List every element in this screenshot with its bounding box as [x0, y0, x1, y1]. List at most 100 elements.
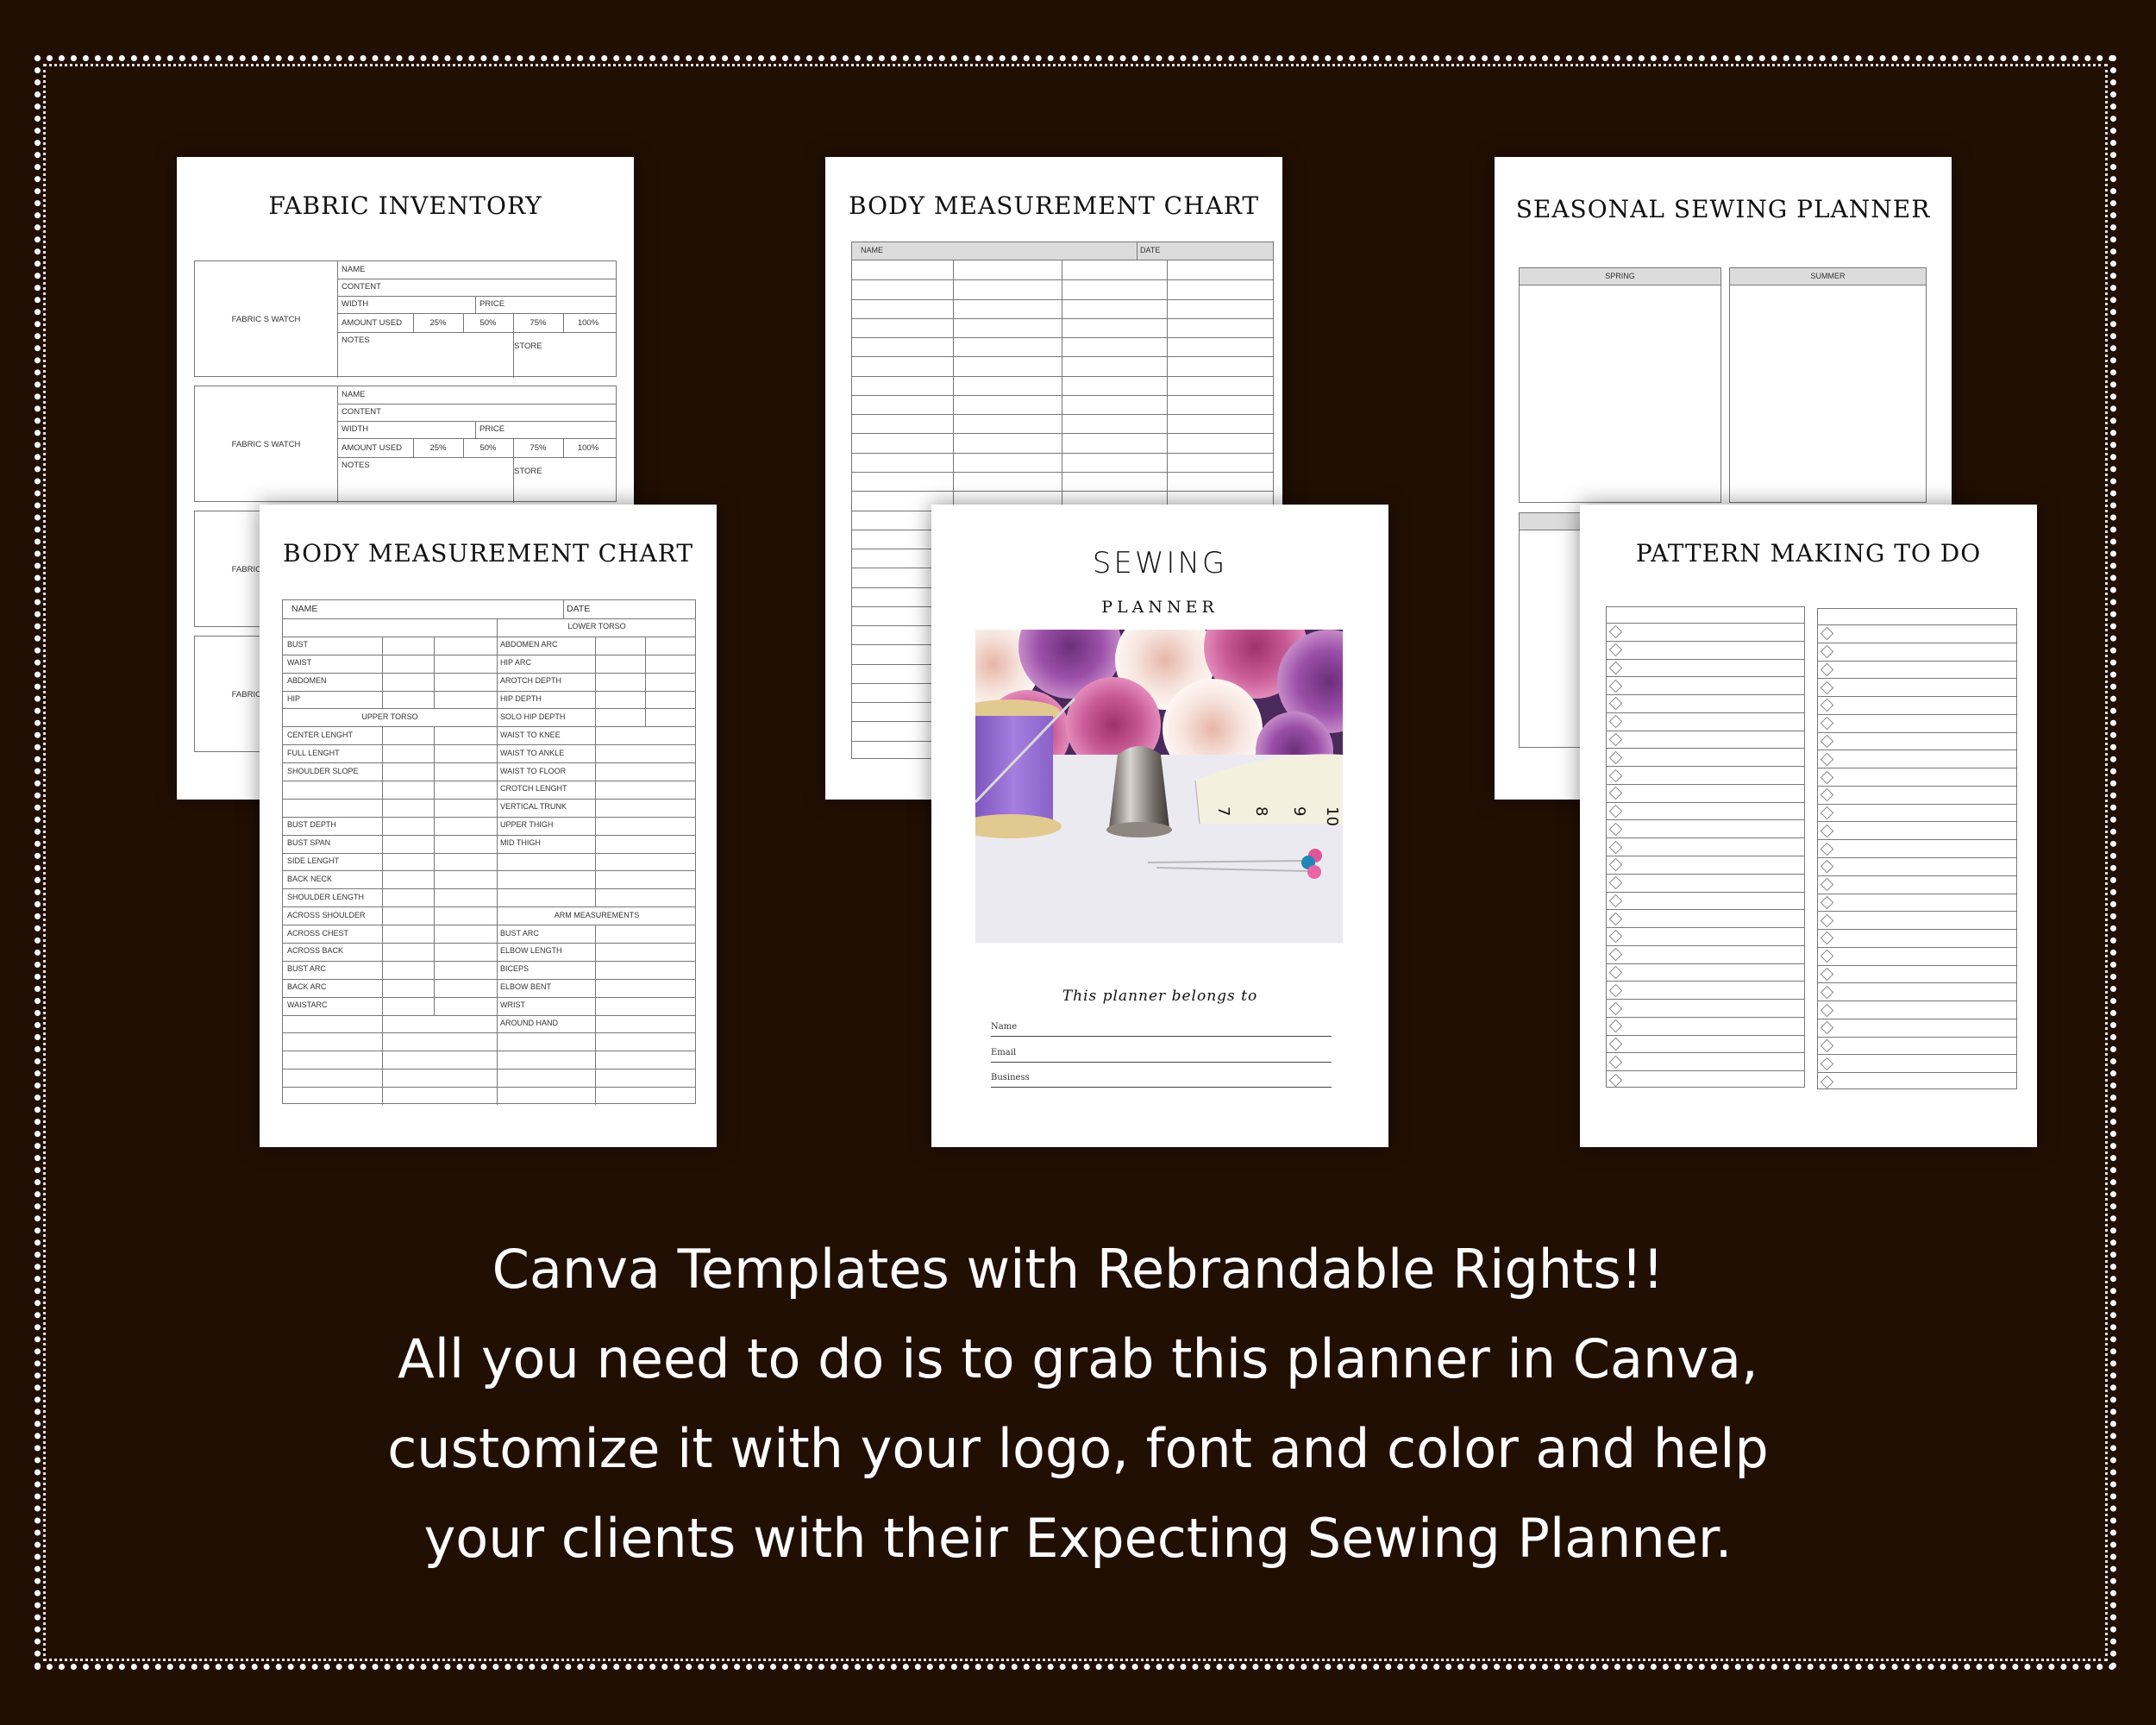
todo-item[interactable]	[1607, 802, 1804, 820]
checkbox-diamond-icon[interactable]	[1608, 930, 1623, 944]
checkbox-diamond-icon[interactable]	[1820, 1003, 1834, 1017]
checkbox-diamond-icon[interactable]	[1608, 965, 1623, 980]
checkbox-diamond-icon[interactable]	[1608, 1055, 1623, 1070]
checkbox-diamond-icon[interactable]	[1608, 768, 1623, 782]
checkbox-diamond-icon[interactable]	[1820, 734, 1834, 749]
checkbox-diamond-icon[interactable]	[1820, 662, 1834, 677]
todo-item[interactable]	[1818, 1072, 2016, 1090]
owner-field-email[interactable]: Email	[991, 1046, 1332, 1063]
todo-item[interactable]	[1607, 1017, 1804, 1035]
checkbox-diamond-icon[interactable]	[1820, 842, 1834, 856]
todo-item[interactable]	[1607, 623, 1804, 641]
todo-item[interactable]	[1818, 1054, 2016, 1072]
todo-item[interactable]	[1818, 982, 2016, 1000]
todo-item[interactable]	[1818, 857, 2016, 875]
checkbox-diamond-icon[interactable]	[1820, 699, 1834, 712]
todo-item[interactable]	[1607, 856, 1804, 874]
checkbox-diamond-icon[interactable]	[1608, 947, 1623, 962]
todo-item[interactable]	[1818, 929, 2016, 947]
checkbox-diamond-icon[interactable]	[1608, 1019, 1623, 1033]
todo-item[interactable]	[1607, 892, 1804, 910]
checkbox-diamond-icon[interactable]	[1820, 681, 1834, 694]
checkbox-diamond-icon[interactable]	[1820, 770, 1834, 784]
checkbox-diamond-icon[interactable]	[1608, 750, 1623, 765]
checkbox-diamond-icon[interactable]	[1820, 806, 1834, 820]
todo-item[interactable]	[1818, 947, 2016, 965]
checkbox-diamond-icon[interactable]	[1820, 752, 1834, 767]
todo-item[interactable]	[1607, 945, 1804, 963]
checkbox-diamond-icon[interactable]	[1820, 895, 1834, 910]
checkbox-diamond-icon[interactable]	[1608, 1001, 1623, 1015]
checkbox-diamond-icon[interactable]	[1820, 1075, 1834, 1088]
checkbox-diamond-icon[interactable]	[1608, 679, 1623, 693]
checkbox-diamond-icon[interactable]	[1608, 1073, 1623, 1087]
checkbox-diamond-icon[interactable]	[1608, 840, 1623, 854]
todo-item[interactable]	[1818, 714, 2016, 732]
checkbox-diamond-icon[interactable]	[1820, 1021, 1834, 1035]
todo-item[interactable]	[1607, 659, 1804, 677]
todo-item[interactable]	[1607, 766, 1804, 784]
todo-item[interactable]	[1607, 837, 1804, 856]
todo-item[interactable]	[1818, 911, 2016, 929]
todo-item[interactable]	[1607, 909, 1804, 927]
checkbox-diamond-icon[interactable]	[1820, 788, 1834, 802]
todo-item[interactable]	[1607, 963, 1804, 982]
checkbox-diamond-icon[interactable]	[1608, 732, 1623, 747]
todo-item[interactable]	[1818, 624, 2016, 643]
checkbox-diamond-icon[interactable]	[1608, 804, 1623, 819]
checkbox-diamond-icon[interactable]	[1820, 644, 1834, 659]
todo-item[interactable]	[1818, 768, 2016, 786]
todo-item[interactable]	[1818, 786, 2016, 804]
todo-item[interactable]	[1607, 819, 1804, 837]
todo-item[interactable]	[1607, 694, 1804, 712]
checkbox-diamond-icon[interactable]	[1608, 1037, 1623, 1051]
checkbox-diamond-icon[interactable]	[1608, 643, 1623, 657]
todo-item[interactable]	[1607, 712, 1804, 731]
todo-item[interactable]	[1607, 1035, 1804, 1053]
todo-item[interactable]	[1607, 784, 1804, 802]
todo-item[interactable]	[1818, 696, 2016, 714]
checkbox-diamond-icon[interactable]	[1820, 860, 1834, 874]
todo-item[interactable]	[1607, 676, 1804, 694]
todo-item[interactable]	[1818, 875, 2016, 894]
todo-item[interactable]	[1607, 731, 1804, 749]
checkbox-diamond-icon[interactable]	[1608, 625, 1623, 639]
checkbox-diamond-icon[interactable]	[1820, 985, 1834, 1000]
owner-field-name[interactable]: Name	[991, 1020, 1332, 1037]
todo-item[interactable]	[1818, 750, 2016, 768]
owner-field-business[interactable]: Business	[991, 1071, 1332, 1088]
checkbox-diamond-icon[interactable]	[1820, 877, 1834, 892]
todo-item[interactable]	[1607, 927, 1804, 945]
checkbox-diamond-icon[interactable]	[1820, 824, 1834, 838]
checkbox-diamond-icon[interactable]	[1820, 967, 1834, 982]
todo-item[interactable]	[1818, 1000, 2016, 1019]
checkbox-diamond-icon[interactable]	[1608, 894, 1623, 908]
checkbox-diamond-icon[interactable]	[1608, 983, 1623, 998]
todo-item[interactable]	[1818, 821, 2016, 839]
todo-item[interactable]	[1818, 678, 2016, 696]
checkbox-diamond-icon[interactable]	[1608, 661, 1623, 675]
todo-item[interactable]	[1607, 1052, 1804, 1070]
todo-item[interactable]	[1818, 643, 2016, 661]
todo-item[interactable]	[1818, 1019, 2016, 1037]
checkbox-diamond-icon[interactable]	[1608, 822, 1623, 837]
checkbox-diamond-icon[interactable]	[1820, 716, 1834, 731]
todo-item[interactable]	[1607, 748, 1804, 766]
checkbox-diamond-icon[interactable]	[1608, 858, 1623, 872]
checkbox-diamond-icon[interactable]	[1820, 949, 1834, 963]
checkbox-diamond-icon[interactable]	[1820, 932, 1834, 945]
todo-item[interactable]	[1607, 981, 1804, 999]
todo-item[interactable]	[1818, 965, 2016, 983]
checkbox-diamond-icon[interactable]	[1608, 875, 1623, 890]
checkbox-diamond-icon[interactable]	[1820, 1057, 1834, 1071]
checkbox-diamond-icon[interactable]	[1820, 913, 1834, 927]
todo-item[interactable]	[1818, 894, 2016, 912]
todo-item[interactable]	[1818, 661, 2016, 679]
todo-item[interactable]	[1607, 999, 1804, 1017]
todo-item[interactable]	[1607, 641, 1804, 659]
checkbox-diamond-icon[interactable]	[1820, 627, 1834, 641]
todo-item[interactable]	[1607, 874, 1804, 892]
todo-item[interactable]	[1818, 839, 2016, 857]
todo-item[interactable]	[1818, 732, 2016, 750]
todo-item[interactable]	[1818, 1037, 2016, 1055]
